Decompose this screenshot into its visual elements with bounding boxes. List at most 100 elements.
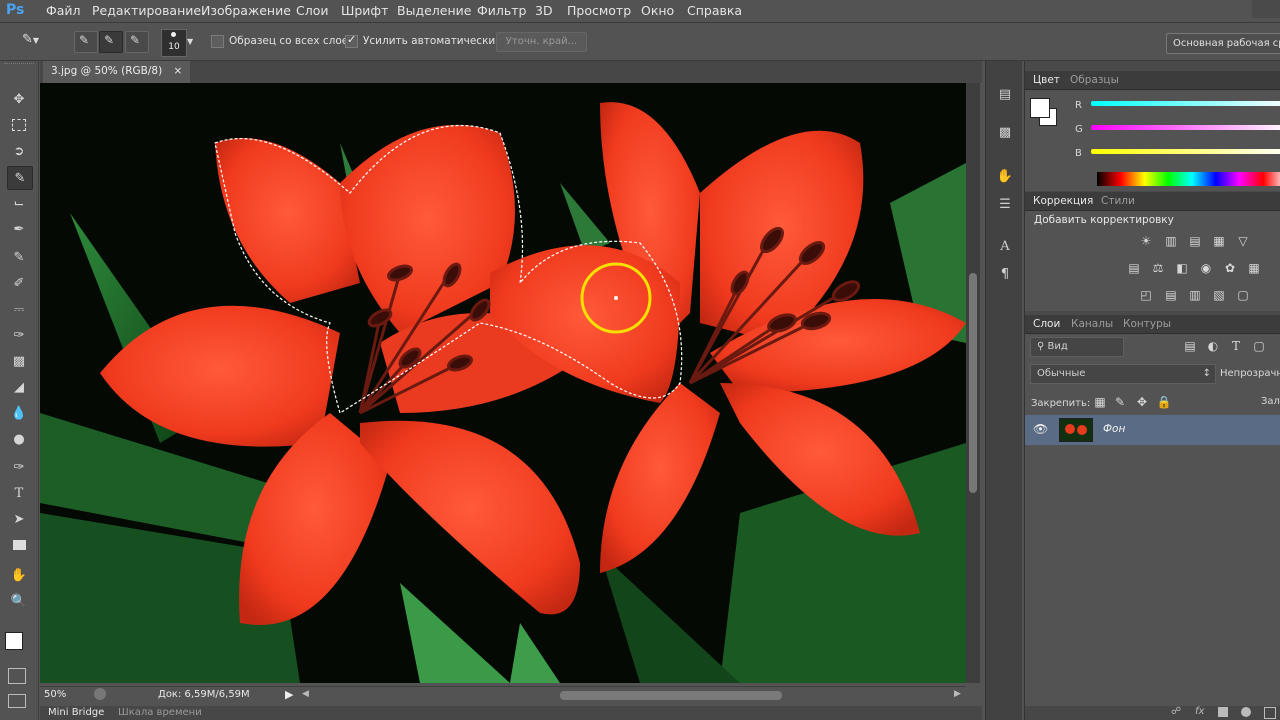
filter-shape-icon[interactable]: ▢: [1250, 338, 1268, 354]
vibrance-icon[interactable]: ▽: [1234, 233, 1252, 249]
tab-mini-bridge[interactable]: Mini Bridge: [48, 707, 104, 718]
horizontal-scroll-thumb[interactable]: [560, 691, 782, 700]
tab-timeline[interactable]: Шкала времени: [118, 707, 202, 718]
tool-preset-picker[interactable]: ✎▼: [22, 32, 52, 52]
menu-filter[interactable]: Фильтр: [477, 3, 526, 18]
screen-mode-icon[interactable]: [8, 694, 26, 708]
threshold-icon[interactable]: ▥: [1186, 287, 1204, 303]
layer-row[interactable]: 👁 Фон: [1025, 415, 1280, 445]
subtract-from-selection-button[interactable]: ✎: [125, 31, 149, 53]
menu-3d[interactable]: 3D: [535, 3, 553, 18]
sample-all-layers-checkbox[interactable]: [211, 35, 224, 48]
black-white-icon[interactable]: ◧: [1173, 260, 1191, 276]
menu-edit[interactable]: Редактирование: [92, 3, 201, 18]
history-icon[interactable]: ▤: [994, 83, 1016, 105]
menu-image[interactable]: Изображение: [201, 3, 291, 18]
menu-file[interactable]: Файл: [46, 3, 81, 18]
blur-icon[interactable]: 💧: [7, 402, 31, 424]
document-canvas[interactable]: [40, 83, 966, 683]
tab-adjustments[interactable]: Коррекция: [1033, 195, 1093, 207]
new-group-icon[interactable]: [1264, 707, 1276, 719]
path-selection-icon[interactable]: ➤: [7, 508, 31, 530]
marquee-icon[interactable]: [7, 114, 31, 136]
healing-brush-icon[interactable]: ✎: [7, 246, 31, 268]
rectangle-icon[interactable]: [7, 534, 31, 556]
hand-icon[interactable]: ✋: [7, 564, 31, 586]
filter-type-icon[interactable]: T: [1227, 338, 1245, 354]
brightness-icon[interactable]: ☀: [1137, 233, 1155, 249]
new-selection-button[interactable]: ✎: [74, 31, 98, 53]
fx-icon[interactable]: fx: [1195, 706, 1204, 717]
zoom-level[interactable]: 50%: [44, 689, 66, 700]
menu-select[interactable]: Выделение: [397, 3, 471, 18]
paragraph-icon[interactable]: ¶: [994, 263, 1016, 285]
add-to-selection-button[interactable]: ✎: [99, 31, 123, 53]
new-adjustment-icon[interactable]: [1241, 707, 1251, 717]
tab-styles[interactable]: Стили: [1101, 195, 1135, 207]
panel-grip[interactable]: [4, 63, 34, 68]
3d-icon[interactable]: ▩: [994, 121, 1016, 143]
lock-position-icon[interactable]: ✥: [1133, 394, 1151, 410]
exposure-icon[interactable]: ▦: [1210, 233, 1228, 249]
tab-color[interactable]: Цвет: [1033, 74, 1060, 86]
link-layers-icon[interactable]: ☍: [1171, 706, 1181, 717]
foreground-color-swatch[interactable]: [5, 632, 23, 650]
tab-paths[interactable]: Контуры: [1123, 318, 1171, 330]
filter-adjustment-icon[interactable]: ◐: [1204, 338, 1222, 354]
filter-pixel-icon[interactable]: ▤: [1181, 338, 1199, 354]
document-tab[interactable]: 3.jpg @ 50% (RGB/8) ×: [43, 61, 191, 83]
menu-view[interactable]: Просмотр: [567, 3, 631, 18]
quick-selection-icon[interactable]: ✎: [7, 166, 33, 190]
color-ramp[interactable]: [1097, 172, 1280, 186]
brush-picker[interactable]: 10: [161, 29, 187, 57]
workspace-switcher[interactable]: Основная рабочая сред: [1166, 33, 1280, 54]
photo-filter-icon[interactable]: ◉: [1197, 260, 1215, 276]
vertical-scrollbar[interactable]: [966, 83, 980, 683]
pen-icon[interactable]: ✑: [7, 456, 31, 478]
invert-icon[interactable]: ◰: [1137, 287, 1155, 303]
hue-saturation-icon[interactable]: ▤: [1125, 260, 1143, 276]
menu-window[interactable]: Окно: [641, 3, 674, 18]
channel-r-slider[interactable]: [1091, 101, 1280, 106]
layer-filter-select[interactable]: ⚲ Вид: [1030, 337, 1124, 357]
color-balance-icon[interactable]: ⚖: [1149, 260, 1167, 276]
crop-icon[interactable]: ⌙: [7, 192, 31, 214]
eye-icon[interactable]: 👁: [1033, 422, 1048, 436]
lasso-icon[interactable]: ➲: [7, 140, 31, 162]
foreground-color-swatch[interactable]: [1030, 98, 1050, 118]
scroll-left-icon[interactable]: ◀: [302, 689, 309, 699]
brush-icon[interactable]: ✐: [7, 272, 31, 294]
channel-b-slider[interactable]: [1091, 149, 1280, 154]
vertical-scroll-thumb[interactable]: [969, 273, 977, 493]
chevron-down-icon[interactable]: ▼: [187, 37, 193, 46]
curves-icon[interactable]: ▤: [1186, 233, 1204, 249]
channel-g-slider[interactable]: [1091, 125, 1280, 130]
selective-color-icon[interactable]: ▢: [1234, 287, 1252, 303]
scroll-right-icon[interactable]: ▶: [954, 689, 961, 699]
auto-enhance-checkbox[interactable]: ✓: [345, 33, 358, 48]
menu-help[interactable]: Справка: [687, 3, 742, 18]
channel-mixer-icon[interactable]: ✿: [1221, 260, 1239, 276]
close-icon[interactable]: ×: [174, 65, 183, 77]
menu-type[interactable]: Шрифт: [341, 3, 388, 18]
color-lookup-icon[interactable]: ▦: [1245, 260, 1263, 276]
move-icon[interactable]: ✥: [7, 88, 31, 110]
posterize-icon[interactable]: ▤: [1162, 287, 1180, 303]
type-icon[interactable]: T: [7, 482, 31, 504]
levels-icon[interactable]: ▥: [1162, 233, 1180, 249]
eraser-icon[interactable]: ▩: [7, 350, 31, 372]
gradient-icon[interactable]: ◢: [7, 376, 31, 398]
add-mask-icon[interactable]: [1218, 707, 1228, 717]
status-menu-icon[interactable]: ▶: [285, 688, 293, 701]
eyedropper-icon[interactable]: ✒: [7, 218, 31, 240]
history-brush-icon[interactable]: ✑: [7, 324, 31, 346]
status-info-icon[interactable]: [94, 688, 106, 700]
gradient-map-icon[interactable]: ▧: [1210, 287, 1228, 303]
clone-stamp-icon[interactable]: ⎓: [7, 298, 31, 320]
menu-layers[interactable]: Слои: [296, 3, 329, 18]
dodge-icon[interactable]: ●: [7, 428, 31, 450]
zoom-icon[interactable]: 🔍: [7, 590, 31, 612]
lock-pixels-icon[interactable]: ✎: [1111, 394, 1129, 410]
blend-mode-select[interactable]: Обычные ↕: [1030, 364, 1216, 384]
tab-swatches[interactable]: Образцы: [1070, 74, 1119, 86]
